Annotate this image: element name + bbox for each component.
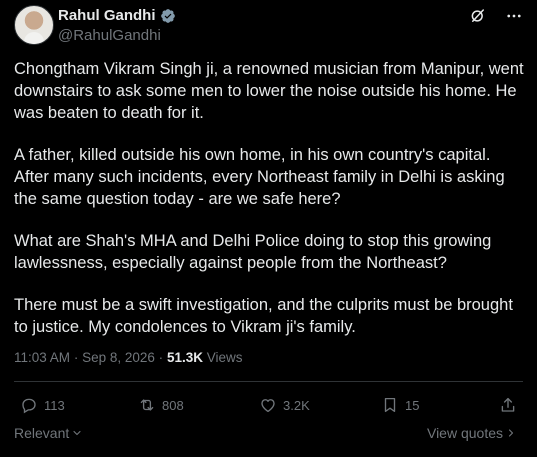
bookmark-icon bbox=[384, 397, 396, 413]
post-time[interactable]: 11:03 AM bbox=[14, 350, 70, 365]
reply-icon bbox=[22, 398, 36, 414]
sort-label: Relevant bbox=[14, 425, 70, 441]
heart-icon bbox=[261, 399, 275, 413]
post-paragraph: Chongtham Vikram Singh ji, a renowned mu… bbox=[14, 60, 524, 122]
repost-icon bbox=[140, 399, 154, 411]
divider bbox=[14, 381, 523, 382]
reply-footer: Relevant View quotes bbox=[14, 425, 523, 443]
meta-separator: · bbox=[73, 350, 79, 365]
post-date[interactable]: Sep 8, 2026 bbox=[82, 350, 155, 365]
author-name-row: Rahul Gandhi bbox=[58, 7, 176, 24]
reply-button[interactable]: 113 bbox=[20, 396, 65, 414]
chevron-down-icon bbox=[73, 430, 81, 436]
view-quotes-label: View quotes bbox=[426, 425, 503, 441]
meta-separator: · bbox=[158, 350, 164, 365]
like-count: 3.2K bbox=[283, 397, 310, 413]
views-label: Views bbox=[206, 350, 243, 365]
header-actions bbox=[469, 7, 523, 25]
post-meta: 11:03 AM · Sep 8, 2026 · 51.3K Views bbox=[14, 350, 243, 365]
share-button[interactable] bbox=[499, 396, 523, 414]
chevron-right-icon bbox=[508, 429, 514, 437]
like-button[interactable]: 3.2K bbox=[259, 396, 310, 414]
more-icon[interactable] bbox=[505, 7, 523, 25]
post-paragraph: A father, killed outside his own home, i… bbox=[14, 146, 505, 208]
reply-count: 113 bbox=[44, 397, 65, 413]
avatar[interactable] bbox=[14, 5, 54, 45]
sort-dropdown[interactable]: Relevant bbox=[14, 425, 83, 441]
grok-icon[interactable] bbox=[469, 7, 487, 25]
bookmark-count: 15 bbox=[405, 397, 420, 413]
view-quotes-link[interactable]: View quotes bbox=[427, 425, 517, 441]
post-paragraph: What are Shah's MHA and Delhi Police doi… bbox=[14, 232, 492, 272]
bookmark-button[interactable]: 15 bbox=[381, 396, 419, 414]
views-count: 51.3K bbox=[166, 350, 203, 365]
repost-count: 808 bbox=[162, 397, 184, 413]
share-icon bbox=[501, 397, 515, 412]
post-header: Rahul Gandhi @RahulGandhi bbox=[14, 5, 523, 45]
verified-badge-icon bbox=[160, 8, 175, 23]
post-paragraph: There must be a swift investigation, and… bbox=[14, 296, 513, 336]
repost-button[interactable]: 808 bbox=[138, 396, 184, 414]
author-name[interactable]: Rahul Gandhi bbox=[58, 7, 156, 24]
post-text: Chongtham Vikram Singh ji, a renowned mu… bbox=[14, 58, 526, 358]
author-handle[interactable]: @RahulGandhi bbox=[58, 27, 161, 44]
action-bar: 113 808 3.2K 15 bbox=[14, 396, 523, 418]
